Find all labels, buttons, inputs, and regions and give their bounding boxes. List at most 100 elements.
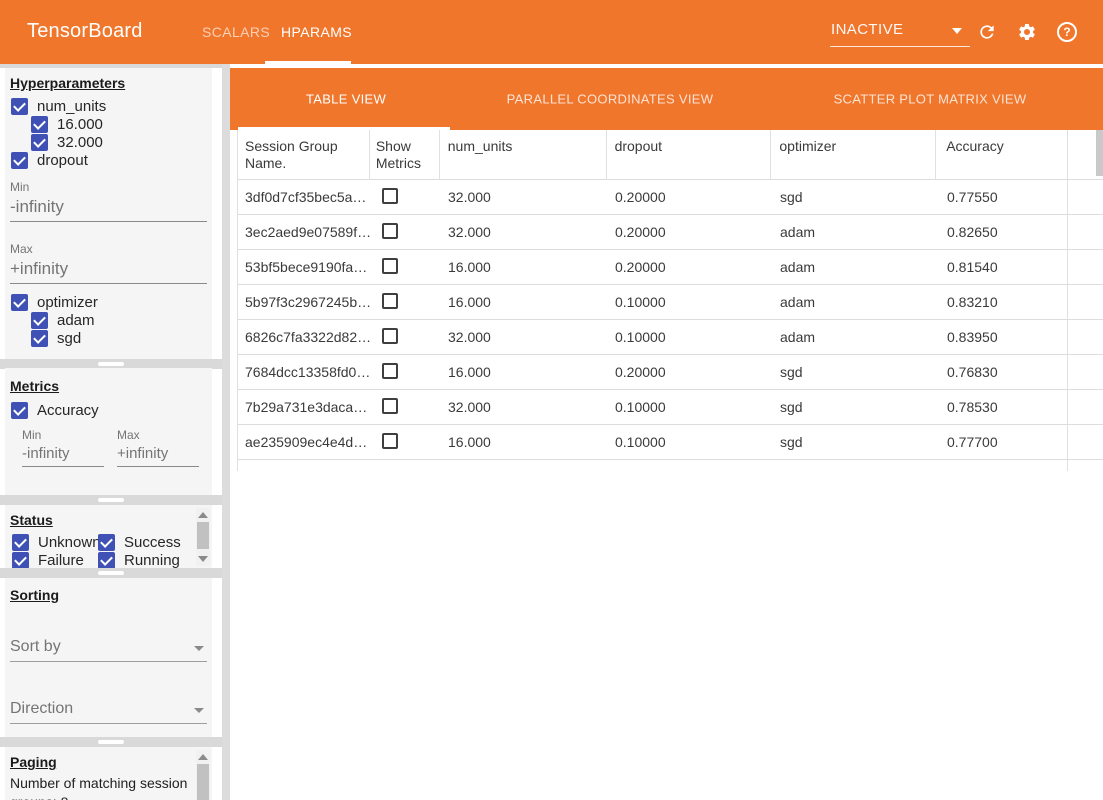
- tab-hparams[interactable]: HPARAMS: [281, 24, 352, 40]
- show-metrics-checkbox[interactable]: [382, 223, 398, 239]
- show-metrics-cell: [370, 188, 440, 207]
- dropout-max-input[interactable]: [10, 259, 207, 284]
- panel-resize-handle[interactable]: [98, 571, 124, 575]
- gear-icon[interactable]: [1017, 22, 1037, 42]
- num-units-16-label: 16.000: [57, 116, 103, 133]
- show-metrics-checkbox[interactable]: [382, 433, 398, 449]
- panel-resize-handle[interactable]: [98, 740, 124, 744]
- status-success-checkbox[interactable]: [98, 534, 115, 551]
- show-metrics-checkbox[interactable]: [382, 328, 398, 344]
- status-scrollbar[interactable]: [196, 508, 210, 566]
- sidebar-main-divider[interactable]: [222, 64, 230, 800]
- dropout-cell: 0.20000: [607, 259, 772, 275]
- column-header-dropout[interactable]: dropout: [607, 130, 772, 180]
- show-metrics-checkbox[interactable]: [382, 258, 398, 274]
- accuracy-cell: 0.81540: [937, 259, 1067, 275]
- column-header-show-metrics[interactable]: Show Metrics: [370, 130, 440, 180]
- status-failure-checkbox[interactable]: [12, 552, 29, 569]
- column-header-accuracy[interactable]: Accuracy: [936, 130, 1066, 179]
- panel-resize-handle[interactable]: [98, 362, 124, 366]
- dropout-checkbox[interactable]: [11, 152, 28, 169]
- optimizer-cell: adam: [772, 329, 937, 345]
- metric-min-input[interactable]: [22, 445, 104, 467]
- show-metrics-checkbox[interactable]: [382, 293, 398, 309]
- status-unknown-checkbox[interactable]: [12, 534, 29, 551]
- session-group-name-cell: 53bf5bece9190fa…: [238, 259, 370, 275]
- optimizer-cell: sgd: [772, 434, 937, 450]
- num-units-cell: 32.000: [440, 224, 607, 240]
- status-running-checkbox[interactable]: [98, 552, 115, 569]
- sorting-title: Sorting: [10, 587, 59, 603]
- session-group-name-cell: ae235909ec4e4d…: [238, 434, 370, 450]
- dropout-label: dropout: [37, 152, 88, 169]
- session-group-name-cell: 6826c7fa3322d82…: [238, 329, 370, 345]
- dropout-cell: 0.10000: [607, 399, 772, 415]
- sort-by-dropdown[interactable]: Sort by: [10, 636, 207, 662]
- show-metrics-cell: [370, 433, 440, 452]
- table-row: 3df0d7cf35bec5a… 32.000 0.20000 sgd 0.77…: [238, 180, 1103, 215]
- scroll-up-arrow-icon[interactable]: [198, 512, 208, 518]
- show-metrics-cell: [370, 223, 440, 242]
- hparam-value-row: 16.000: [31, 115, 103, 133]
- num-units-cell: 32.000: [440, 329, 607, 345]
- column-header-num-units[interactable]: num_units: [440, 130, 607, 180]
- help-icon[interactable]: ?: [1057, 22, 1077, 42]
- num-units-32-label: 32.000: [57, 134, 103, 151]
- tab-parallel-coordinates-view[interactable]: PARALLEL COORDINATES VIEW: [507, 92, 714, 107]
- paging-scrollbar[interactable]: [196, 750, 210, 800]
- show-metrics-cell: [370, 258, 440, 277]
- column-header-optimizer[interactable]: optimizer: [771, 130, 936, 180]
- optimizer-sgd-checkbox[interactable]: [31, 330, 48, 347]
- metric-min-label: Min: [22, 428, 41, 442]
- scrollbar-thumb[interactable]: [197, 764, 209, 800]
- column-header-session-group-name[interactable]: Session Group Name.: [238, 130, 370, 180]
- dropout-cell: 0.10000: [607, 294, 772, 310]
- optimizer-cell: adam: [772, 294, 937, 310]
- chevron-down-icon: [194, 646, 204, 651]
- accuracy-checkbox[interactable]: [11, 402, 28, 419]
- num-units-16-checkbox[interactable]: [31, 116, 48, 133]
- panel-divider: [0, 737, 222, 747]
- table-row: 7684dcc13358fd0… 16.000 0.20000 sgd 0.76…: [238, 355, 1103, 390]
- table-scrollbar-thumb[interactable]: [1096, 130, 1103, 176]
- show-metrics-checkbox[interactable]: [382, 188, 398, 204]
- dropout-cell: 0.20000: [607, 364, 772, 380]
- accuracy-cell: 0.77700: [937, 434, 1067, 450]
- chevron-down-icon: [952, 28, 962, 34]
- paging-title: Paging: [10, 754, 57, 770]
- optimizer-cell: sgd: [772, 399, 937, 415]
- optimizer-label: optimizer: [37, 294, 98, 311]
- scrollbar-thumb[interactable]: [197, 522, 209, 549]
- hparams-sidebar: Hyperparameters num_units 16.000 32.000 …: [0, 64, 230, 800]
- refresh-icon[interactable]: [977, 22, 997, 42]
- tab-table-view[interactable]: TABLE VIEW: [306, 92, 386, 107]
- panel-resize-handle[interactable]: [98, 498, 124, 502]
- chevron-down-icon: [194, 708, 204, 713]
- session-group-name-cell: 5b97f3c2967245b…: [238, 294, 370, 310]
- tab-scatter-plot-matrix-view[interactable]: SCATTER PLOT MATRIX VIEW: [834, 92, 1027, 107]
- panel-divider: [0, 568, 222, 578]
- tab-scalars[interactable]: SCALARS: [202, 24, 270, 40]
- optimizer-checkbox[interactable]: [11, 294, 28, 311]
- session-group-name-cell: 3ec2aed9e07589f…: [238, 224, 370, 240]
- metrics-panel: Metrics Accuracy Min Max: [5, 368, 212, 495]
- sorting-panel: Sorting Sort by Direction: [5, 578, 212, 737]
- accuracy-cell: 0.77550: [937, 189, 1067, 205]
- session-group-name-cell: 3df0d7cf35bec5a…: [238, 189, 370, 205]
- scroll-up-arrow-icon[interactable]: [198, 754, 208, 760]
- status-panel: Status Unknown Success Failure Running: [5, 505, 212, 568]
- metric-max-input[interactable]: [117, 445, 199, 467]
- direction-dropdown[interactable]: Direction: [10, 698, 207, 724]
- num-units-checkbox[interactable]: [11, 98, 28, 115]
- hyperparameters-title: Hyperparameters: [10, 75, 125, 91]
- runs-selector-dropdown[interactable]: INACTIVE: [830, 18, 970, 47]
- num-units-32-checkbox[interactable]: [31, 134, 48, 151]
- show-metrics-checkbox[interactable]: [382, 398, 398, 414]
- show-metrics-checkbox[interactable]: [382, 363, 398, 379]
- show-metrics-cell: [370, 328, 440, 347]
- scroll-down-arrow-icon[interactable]: [198, 556, 208, 562]
- dropout-min-input[interactable]: [10, 197, 207, 222]
- optimizer-adam-checkbox[interactable]: [31, 312, 48, 329]
- accuracy-label: Accuracy: [37, 402, 99, 419]
- status-row: Failure Running: [12, 551, 180, 568]
